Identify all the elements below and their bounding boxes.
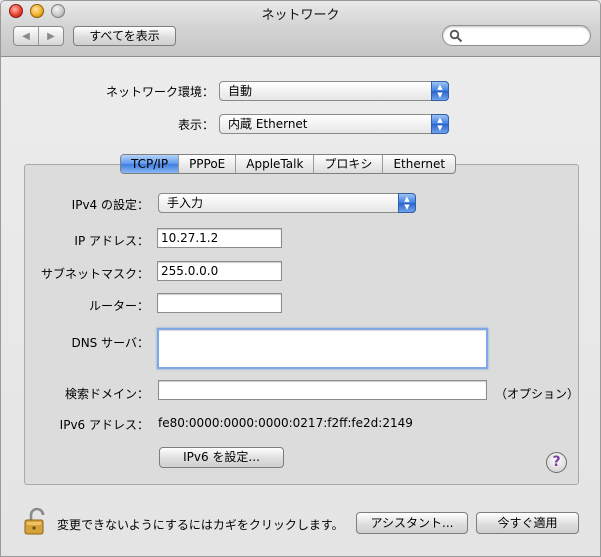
apply-now-button[interactable]: 今すぐ適用 bbox=[476, 512, 579, 534]
configure-ipv6-button[interactable]: IPv6 を設定... bbox=[159, 447, 284, 468]
tab-proxy[interactable]: プロキシ bbox=[313, 155, 382, 173]
tab-ethernet[interactable]: Ethernet bbox=[382, 155, 455, 173]
show-popup[interactable]: 内蔵 Ethernet ▲ ▼ bbox=[219, 114, 449, 134]
ipv4-config-label: IPv4 の設定： bbox=[71, 198, 149, 212]
dns-server-label: DNS サーバ： bbox=[71, 336, 149, 350]
search-domains-field[interactable] bbox=[158, 380, 487, 400]
search-field bbox=[442, 25, 591, 46]
location-label: ネットワーク環境： bbox=[105, 85, 214, 99]
location-popup[interactable]: 自動 ▲ ▼ bbox=[219, 81, 449, 101]
ipv6-address-value: fe80:0000:0000:0000:0217:f2ff:fe2d:2149 bbox=[158, 416, 413, 430]
search-domains-label: 検索ドメイン： bbox=[64, 387, 149, 401]
lock-instructions: 変更できないようにするにはカギをクリックします。 bbox=[57, 518, 344, 532]
router-field[interactable] bbox=[157, 293, 282, 313]
popup-arrows-icon: ▲ ▼ bbox=[398, 193, 416, 213]
assistant-button[interactable]: アシスタント... bbox=[356, 512, 468, 534]
tab-tcpip[interactable]: TCP/IP bbox=[121, 155, 179, 173]
lock-icon[interactable] bbox=[23, 507, 47, 535]
location-value: 自動 bbox=[228, 84, 253, 98]
popup-arrows-icon: ▲ ▼ bbox=[431, 114, 449, 134]
dns-server-field[interactable] bbox=[157, 328, 488, 369]
title-bar: ネットワーク ◀ ▶ すべてを表示 bbox=[1, 1, 600, 57]
subnet-mask-label: サブネットマスク： bbox=[40, 267, 149, 281]
optional-hint: （オプション） bbox=[495, 387, 580, 401]
tab-bar: TCP/IP PPPoE AppleTalk プロキシ Ethernet bbox=[120, 154, 457, 174]
popup-arrows-icon: ▲ ▼ bbox=[431, 81, 449, 101]
network-preferences-window: ネットワーク ◀ ▶ すべてを表示 ネットワーク環境： 自動 ▲ ▼ 表示： 内蔵… bbox=[0, 0, 601, 557]
ip-address-field[interactable]: 10.27.1.2 bbox=[157, 228, 282, 248]
ip-address-label: IP アドレス： bbox=[74, 234, 149, 248]
show-label: 表示： bbox=[177, 118, 214, 132]
search-input[interactable] bbox=[465, 28, 583, 43]
tab-appletalk[interactable]: AppleTalk bbox=[235, 155, 313, 173]
router-label: ルーター： bbox=[88, 299, 149, 313]
subnet-mask-field[interactable]: 255.0.0.0 bbox=[157, 261, 282, 281]
help-button[interactable]: ? bbox=[546, 452, 567, 473]
tab-pppoe[interactable]: PPPoE bbox=[178, 155, 235, 173]
magnifier-icon bbox=[449, 29, 463, 43]
ipv4-config-popup[interactable]: 手入力 ▲ ▼ bbox=[158, 193, 416, 213]
ipv6-address-label: IPv6 アドレス： bbox=[59, 418, 149, 432]
ipv4-config-value: 手入力 bbox=[167, 196, 204, 210]
back-arrow-icon[interactable]: ◀ bbox=[14, 27, 38, 45]
back-forward-control: ◀ ▶ bbox=[13, 26, 64, 46]
show-all-button[interactable]: すべてを表示 bbox=[73, 26, 176, 46]
forward-arrow-icon[interactable]: ▶ bbox=[38, 27, 63, 45]
window-title: ネットワーク bbox=[261, 8, 340, 23]
show-value: 内蔵 Ethernet bbox=[228, 117, 308, 131]
